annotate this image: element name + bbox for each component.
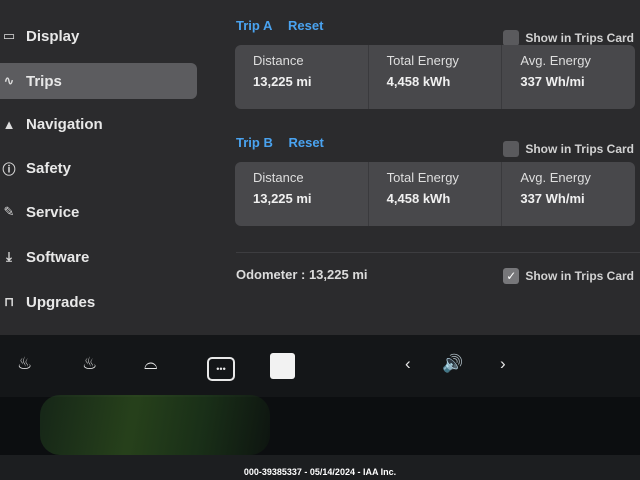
trip-b-title: Trip B: [236, 135, 273, 150]
trip-a-checkbox[interactable]: [503, 30, 520, 46]
trip-b-show-in-card[interactable]: Show in Trips Card: [503, 141, 634, 157]
stat-value: 337 Wh/mi: [520, 74, 585, 89]
sidebar-item-service[interactable]: ✎ Service: [0, 194, 197, 230]
watermark: 000-39385337 - 05/14/2024 - IAA Inc.: [243, 467, 397, 477]
next-icon[interactable]: ›: [500, 354, 506, 374]
trip-b-header: Trip B Reset: [236, 135, 324, 150]
more-apps-icon[interactable]: •••: [207, 357, 235, 381]
prev-icon[interactable]: ‹: [405, 354, 411, 374]
sidebar-item-label: Trips: [26, 72, 62, 90]
stat-value: 337 Wh/mi: [520, 191, 585, 206]
wrench-icon: ✎: [3, 204, 15, 219]
sidebar-item-label: Software: [26, 248, 90, 266]
sidebar-item-software[interactable]: ⤓ Software: [0, 239, 197, 275]
trip-b-distance: Distance 13,225 mi: [235, 162, 368, 226]
trip-a-header: Trip A Reset: [236, 18, 323, 33]
settings-sidebar: ▭ Display ∿ Trips ▲ Navigation ⓘ Safety …: [0, 0, 205, 335]
trip-a-distance: Distance 13,225 mi: [235, 45, 368, 109]
trip-a-stats-card: Distance 13,225 mi Total Energy 4,458 kW…: [235, 45, 635, 109]
trip-a-total-energy: Total Energy 4,458 kWh: [367, 45, 502, 109]
trip-b-avg-energy: Avg. Energy 337 Wh/mi: [501, 162, 635, 226]
sidebar-item-display[interactable]: ▭ Display: [0, 18, 197, 54]
stat-value: 13,225 mi: [253, 191, 312, 206]
trip-a-reset-button[interactable]: Reset: [288, 18, 323, 33]
download-icon: ⤓: [6, 249, 12, 264]
stat-value: 4,458 kWh: [386, 74, 451, 89]
stat-label: Total Energy: [386, 53, 459, 68]
wiper-icon[interactable]: ⌓: [144, 354, 157, 374]
trips-panel: Trip A Reset Show in Trips Card Distance…: [226, 0, 640, 335]
stat-value: 4,458 kWh: [386, 191, 451, 206]
bag-icon: ⊓: [3, 294, 15, 309]
display-icon: ▭: [2, 28, 16, 43]
sidebar-item-label: Navigation: [26, 115, 103, 133]
trip-b-show-label: Show in Trips Card: [525, 142, 634, 156]
divider: [236, 252, 640, 253]
trip-b-stats-card: Distance 13,225 mi Total Energy 4,458 kW…: [235, 162, 635, 226]
trip-b-total-energy: Total Energy 4,458 kWh: [367, 162, 502, 226]
trip-a-avg-energy: Avg. Energy 337 Wh/mi: [501, 45, 635, 109]
safety-icon: ⓘ: [2, 161, 16, 177]
stat-label: Distance: [253, 53, 304, 68]
trip-b-checkbox[interactable]: [503, 141, 520, 157]
sidebar-item-label: Display: [26, 27, 80, 45]
stat-value: 13,225 mi: [253, 74, 312, 89]
front-defrost-icon[interactable]: ♨: [17, 354, 32, 374]
rear-defrost-icon[interactable]: ♨: [82, 354, 97, 374]
odometer-show-label: Show in Trips Card: [525, 269, 634, 283]
trip-a-show-in-card[interactable]: Show in Trips Card: [503, 30, 634, 46]
trip-b-reset-button[interactable]: Reset: [288, 135, 323, 150]
navigation-icon: ▲: [2, 116, 16, 132]
sidebar-item-label: Safety: [26, 159, 72, 177]
sidebar-item-navigation[interactable]: ▲ Navigation: [0, 106, 197, 142]
stat-label: Avg. Energy: [520, 170, 591, 185]
sidebar-item-label: Service: [26, 203, 80, 221]
sidebar-item-label: Upgrades: [26, 293, 96, 311]
volume-icon[interactable]: 🔊: [442, 354, 463, 374]
odometer-show-in-card[interactable]: ✓ Show in Trips Card: [503, 268, 634, 284]
sidebar-item-upgrades[interactable]: ⊓ Upgrades: [0, 284, 197, 320]
trip-a-show-label: Show in Trips Card: [525, 31, 634, 45]
reflection: [40, 395, 270, 455]
stat-label: Distance: [253, 170, 304, 185]
stat-label: Avg. Energy: [520, 53, 591, 68]
odometer-checkbox[interactable]: ✓: [503, 268, 520, 284]
sidebar-item-trips[interactable]: ∿ Trips: [0, 63, 197, 99]
trip-a-title: Trip A: [236, 18, 273, 33]
trips-icon: ∿: [3, 73, 15, 88]
sidebar-item-safety[interactable]: ⓘ Safety: [0, 150, 197, 186]
odometer-readout: Odometer : 13,225 mi: [236, 267, 368, 282]
touchscreen: ▭ Display ∿ Trips ▲ Navigation ⓘ Safety …: [0, 0, 640, 335]
app-tile-icon[interactable]: [270, 353, 295, 379]
stat-label: Total Energy: [386, 170, 459, 185]
